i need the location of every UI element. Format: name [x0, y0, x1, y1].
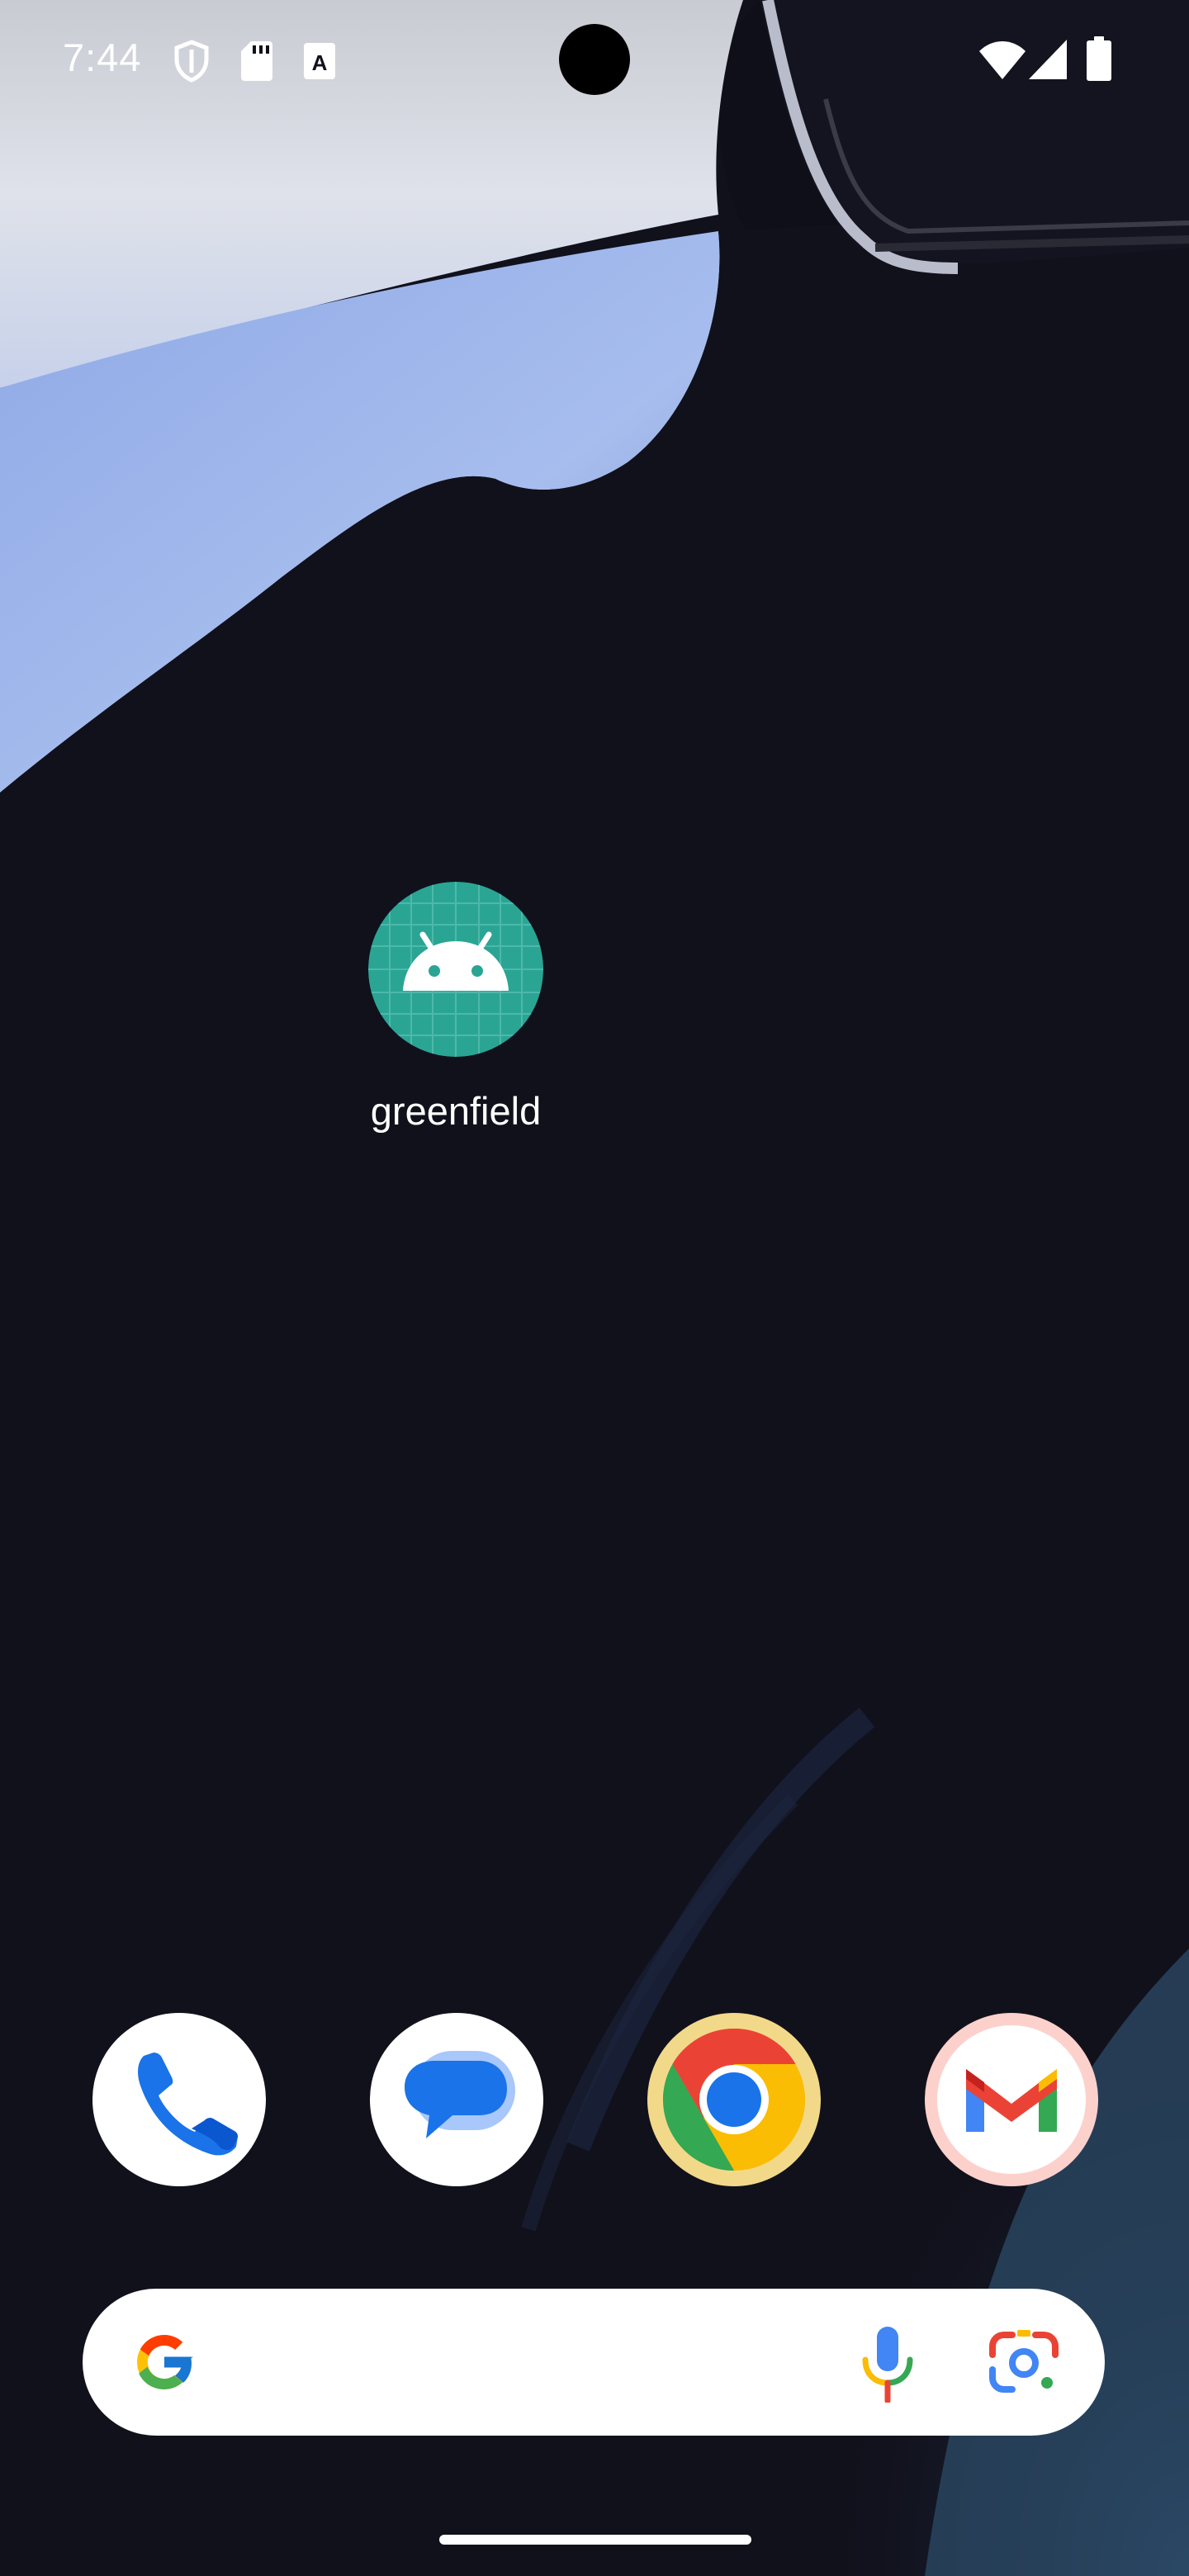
- chrome-icon[interactable]: [647, 2013, 821, 2186]
- microphone-icon[interactable]: [859, 2325, 917, 2403]
- android-icon[interactable]: [368, 882, 543, 1057]
- status-time: 7:44: [63, 36, 142, 79]
- app-label: greenfield: [370, 1089, 542, 1133]
- cellular-signal-icon: [1029, 40, 1067, 79]
- svg-text:A: A: [312, 50, 328, 75]
- sd-card-icon: [241, 41, 272, 81]
- messages-icon[interactable]: [370, 2013, 543, 2186]
- gesture-nav-handle[interactable]: [439, 2535, 751, 2545]
- phone-icon[interactable]: [92, 2013, 266, 2186]
- keyboard-a-icon: A: [304, 43, 335, 79]
- search-bar[interactable]: [83, 2289, 1105, 2436]
- google-g-icon: [137, 2335, 194, 2389]
- gmail-icon[interactable]: [925, 2013, 1098, 2186]
- wallpaper: [0, 0, 1189, 2576]
- camera-cutout: [559, 24, 630, 95]
- google-lens-icon[interactable]: [988, 2330, 1060, 2396]
- vpn-shield-icon: [174, 40, 209, 83]
- battery-icon: [1087, 36, 1111, 81]
- wifi-icon: [979, 41, 1026, 79]
- status-bar: 7:44 A: [0, 0, 1189, 116]
